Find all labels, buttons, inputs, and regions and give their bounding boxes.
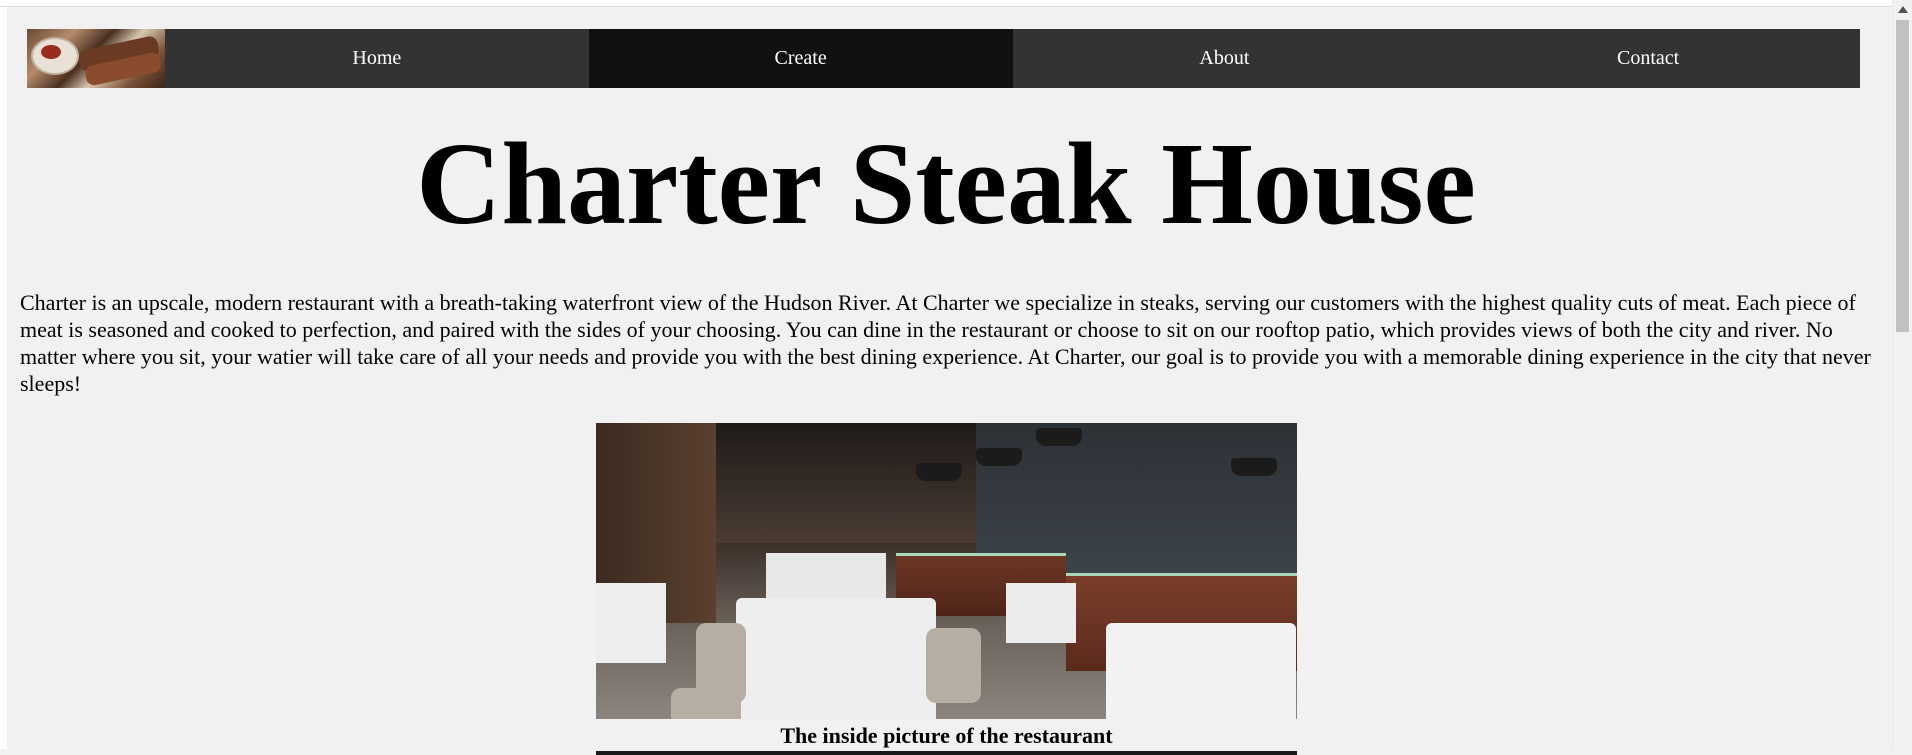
nav-item-contact[interactable]: Contact	[1436, 29, 1860, 88]
photo-table	[596, 583, 666, 663]
vertical-scrollbar[interactable]	[1892, 0, 1912, 749]
photo-wall-back	[716, 423, 976, 543]
photo-pendant-lamp	[1231, 458, 1277, 476]
nav-item-about[interactable]: About	[1013, 29, 1437, 88]
scroll-thumb[interactable]	[1896, 20, 1909, 332]
browser-top-edge	[0, 0, 1892, 7]
nav-item-create[interactable]: Create	[588, 29, 1013, 88]
top-navigation: Home Create About Contact	[27, 29, 1860, 88]
restaurant-logo-image[interactable]	[27, 29, 165, 88]
photo-caption: The inside picture of the restaurant	[780, 723, 1113, 748]
photo-table	[736, 598, 936, 719]
nav-item-home[interactable]: Home	[165, 29, 589, 88]
restaurant-interior-photo	[596, 423, 1297, 719]
next-photo-top-edge	[596, 751, 1297, 755]
logo-garnish	[41, 45, 61, 59]
photo-chair	[926, 628, 981, 703]
photo-table	[1106, 623, 1296, 719]
photo-pendant-lamp	[1036, 428, 1082, 446]
scroll-up-arrow-icon[interactable]	[1898, 6, 1908, 13]
photo-wall-right	[976, 423, 1297, 573]
photo-chair	[671, 688, 741, 719]
photo-table	[1006, 583, 1076, 643]
photo-pendant-lamp	[916, 463, 962, 481]
photo-pendant-lamp	[976, 448, 1022, 466]
page-title: Charter Steak House	[416, 118, 1476, 249]
intro-paragraph: Charter is an upscale, modern restaurant…	[20, 290, 1871, 396]
restaurant-photo-figure: The inside picture of the restaurant	[596, 423, 1297, 755]
